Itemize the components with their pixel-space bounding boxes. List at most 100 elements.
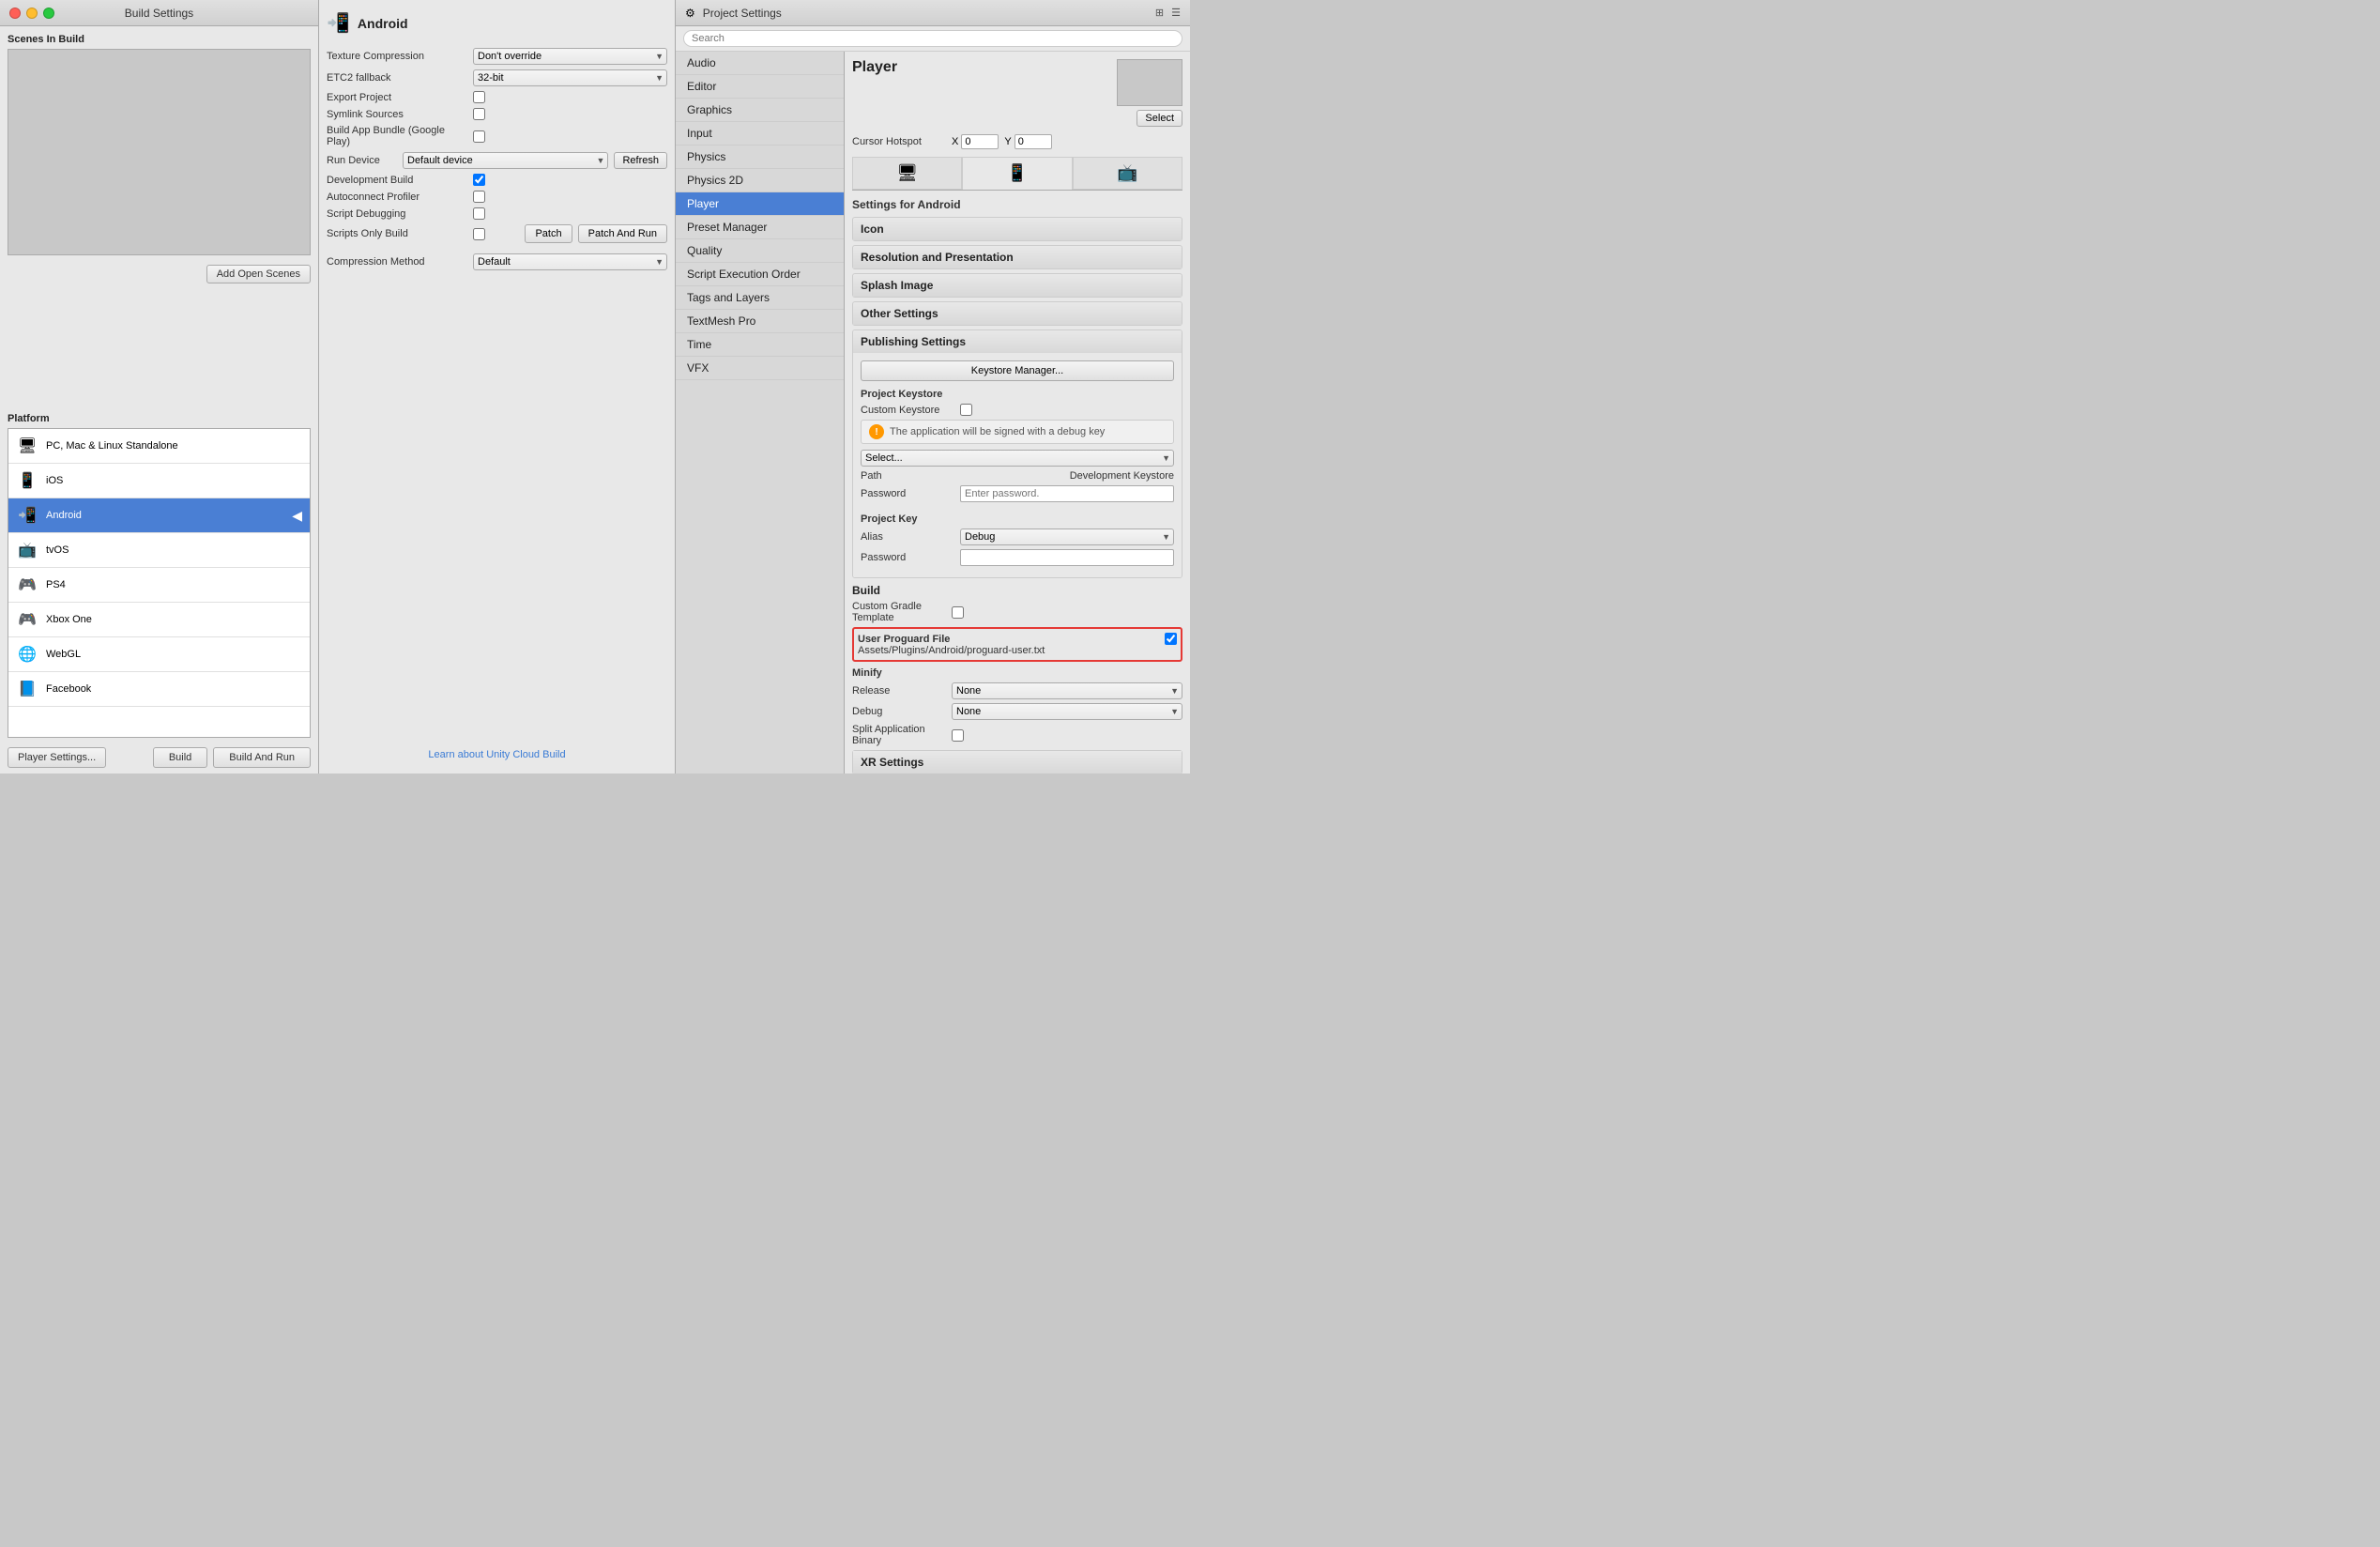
etc2-fallback-dropdown-wrap: 32-bit ▼ (473, 69, 667, 86)
scripts-only-build-row: Scripts Only Build Patch Patch And Run (327, 224, 667, 243)
export-project-checkbox[interactable] (473, 91, 485, 103)
sidebar-item-input[interactable]: Input (676, 122, 844, 146)
run-device-label: Run Device (327, 155, 397, 166)
xr-header[interactable]: XR Settings (853, 751, 1182, 774)
etc2-fallback-row: ETC2 fallback 32-bit ▼ (327, 69, 667, 86)
sidebar-item-tagsandlayers[interactable]: Tags and Layers (676, 286, 844, 310)
cursor-x-input[interactable] (961, 134, 999, 149)
platform-item-ios[interactable]: 📱 iOS (8, 464, 310, 498)
build-app-bundle-checkbox[interactable] (473, 130, 485, 143)
add-open-scenes-button[interactable]: Add Open Scenes (206, 265, 311, 283)
player-settings-button[interactable]: Player Settings... (8, 747, 106, 768)
sidebar-item-presetmanager[interactable]: Preset Manager (676, 216, 844, 239)
minify-release-dropdown-wrap: None ▼ (952, 682, 1182, 699)
platform-item-webgl[interactable]: 🌐 WebGL (8, 637, 310, 672)
keystore-manager-button[interactable]: Keystore Manager... (861, 360, 1174, 381)
user-proguard-checkbox[interactable] (1165, 633, 1177, 645)
minify-debug-dropdown-wrap: None ▼ (952, 703, 1182, 720)
sidebar-item-editor[interactable]: Editor (676, 75, 844, 99)
sidebar-item-physics2d[interactable]: Physics 2D (676, 169, 844, 192)
platform-item-facebook[interactable]: 📘 Facebook (8, 672, 310, 707)
texture-compression-label: Texture Compression (327, 51, 467, 62)
ps-control-icon-1[interactable]: ⊞ (1155, 7, 1164, 19)
y-label: Y (1004, 136, 1011, 147)
build-and-run-button[interactable]: Build And Run (213, 747, 311, 768)
publishing-settings-section: Publishing Settings Keystore Manager... … (852, 329, 1182, 578)
build-app-bundle-label: Build App Bundle (Google Play) (327, 125, 467, 147)
section-icon-header[interactable]: Icon (853, 218, 1182, 240)
minify-debug-select[interactable]: None (952, 703, 1182, 720)
platform-item-xboxone[interactable]: 🎮 Xbox One (8, 603, 310, 637)
cursor-y-input[interactable] (1015, 134, 1052, 149)
section-resolution-header[interactable]: Resolution and Presentation (853, 246, 1182, 268)
bottom-buttons: Player Settings... Build Build And Run (0, 742, 318, 774)
cloud-build-link[interactable]: Learn about Unity Cloud Build (327, 743, 667, 766)
android-platform-title: Android (358, 16, 408, 31)
scripts-only-build-checkbox[interactable] (473, 228, 485, 240)
etc2-fallback-label: ETC2 fallback (327, 72, 467, 84)
publishing-settings-header[interactable]: Publishing Settings (853, 330, 1182, 353)
close-button[interactable] (9, 8, 21, 19)
run-device-select[interactable]: Default device (403, 152, 608, 169)
key-password-input[interactable] (960, 549, 1174, 566)
sidebar-item-physics[interactable]: Physics (676, 146, 844, 169)
build-button[interactable]: Build (153, 747, 207, 768)
platform-item-tvos[interactable]: 📺 tvOS (8, 533, 310, 568)
platform-item-android[interactable]: 📲 Android ◀ (8, 498, 310, 533)
sidebar-item-audio[interactable]: Audio (676, 52, 844, 75)
sidebar-item-time[interactable]: Time (676, 333, 844, 357)
sidebar-item-graphics[interactable]: Graphics (676, 99, 844, 122)
split-app-binary-label: Split Application Binary (852, 724, 946, 746)
keystore-path-row: Path Development Keystore (861, 470, 1174, 482)
tab-tablet[interactable]: 📱 (962, 157, 1072, 190)
texture-compression-select[interactable]: Don't override (473, 48, 667, 65)
refresh-button[interactable]: Refresh (614, 152, 667, 169)
platform-list: 🖥 PC, Mac & Linux Standalone 📱 iOS 📲 And… (8, 428, 311, 738)
script-debugging-checkbox[interactable] (473, 207, 485, 220)
sidebar-item-quality[interactable]: Quality (676, 239, 844, 263)
android-header: 📲 Android (327, 8, 667, 38)
custom-keystore-row: Custom Keystore (861, 404, 1174, 416)
compression-method-row: Compression Method Default ▼ (327, 253, 667, 270)
patch-buttons: Patch Patch And Run (525, 224, 667, 243)
keystore-select[interactable]: Select... (861, 450, 1174, 467)
minimize-button[interactable] (26, 8, 38, 19)
tab-desktop[interactable]: 🖥 (852, 157, 962, 190)
ps-search-input[interactable] (683, 30, 1182, 47)
compression-select[interactable]: Default (473, 253, 667, 270)
bottom-buttons-right: Build Build And Run (153, 747, 311, 768)
ps-select-button[interactable]: Select (1137, 110, 1182, 127)
key-password-label: Password (861, 552, 954, 563)
minify-label: Minify (852, 667, 1182, 679)
section-other: Other Settings (852, 301, 1182, 326)
custom-gradle-checkbox[interactable] (952, 606, 964, 619)
autoconnect-profiler-checkbox[interactable] (473, 191, 485, 203)
sidebar-item-textmeshpro[interactable]: TextMesh Pro (676, 310, 844, 333)
custom-keystore-checkbox[interactable] (960, 404, 972, 416)
section-other-header[interactable]: Other Settings (853, 302, 1182, 325)
custom-gradle-label: Custom Gradle Template (852, 601, 946, 623)
patch-button[interactable]: Patch (525, 224, 572, 243)
split-app-binary-checkbox[interactable] (952, 729, 964, 742)
platform-label-android: Android (46, 510, 82, 521)
compression-label: Compression Method (327, 256, 467, 268)
development-build-checkbox[interactable] (473, 174, 485, 186)
keystore-password-input[interactable] (960, 485, 1174, 502)
alias-row: Alias Debug ▼ (861, 528, 1174, 545)
minify-release-select[interactable]: None (952, 682, 1182, 699)
sidebar-item-scriptexecutionorder[interactable]: Script Execution Order (676, 263, 844, 286)
platform-item-ps4[interactable]: 🎮 PS4 (8, 568, 310, 603)
alias-select[interactable]: Debug (960, 528, 1174, 545)
etc2-fallback-select[interactable]: 32-bit (473, 69, 667, 86)
platform-item-pc[interactable]: 🖥 PC, Mac & Linux Standalone (8, 429, 310, 464)
maximize-button[interactable] (43, 8, 54, 19)
symlink-sources-checkbox[interactable] (473, 108, 485, 120)
keystore-select-wrap: Select... ▼ (861, 450, 1174, 467)
patch-and-run-button[interactable]: Patch And Run (578, 224, 667, 243)
sidebar-item-vfx[interactable]: VFX (676, 357, 844, 380)
section-splash-header[interactable]: Splash Image (853, 274, 1182, 297)
ps-control-icon-2[interactable]: ☰ (1171, 7, 1181, 19)
sidebar-item-player[interactable]: Player (676, 192, 844, 216)
tab-tv[interactable]: 📺 (1073, 157, 1182, 190)
run-device-row: Run Device Default device ▼ Refresh (327, 152, 667, 169)
